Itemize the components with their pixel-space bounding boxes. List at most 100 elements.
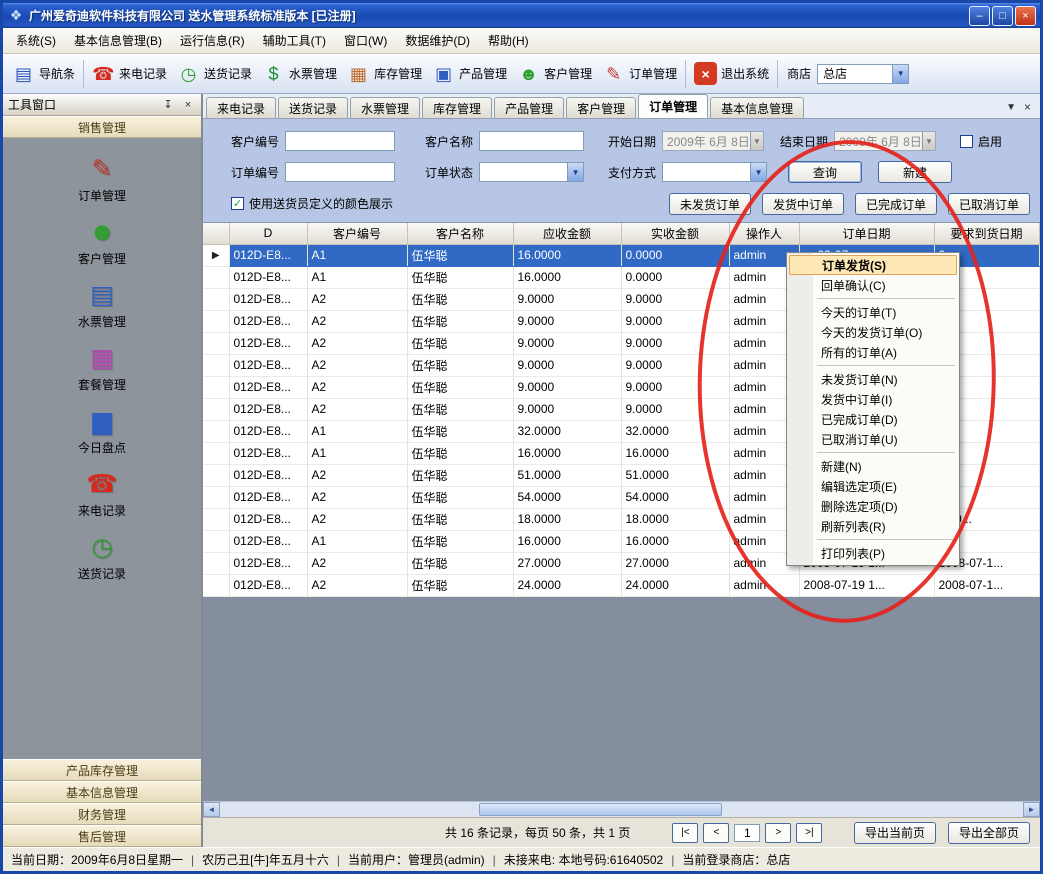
grid-column-header-1[interactable]: 客户编号 [307, 223, 407, 244]
maximize-button[interactable]: □ [992, 6, 1013, 26]
context-menu-item-13[interactable]: 编辑选定项(E) [789, 476, 957, 496]
context-menu-item-4[interactable]: 今天的发货订单(O) [789, 322, 957, 342]
tab-7[interactable]: 基本信息管理 [710, 97, 804, 118]
page-number-input[interactable] [734, 824, 760, 842]
context-menu-item-1[interactable]: 回单确认(C) [789, 275, 957, 295]
tab-3[interactable]: 库存管理 [422, 97, 492, 118]
row-selector-cell[interactable] [203, 332, 229, 354]
row-selector-cell[interactable] [203, 376, 229, 398]
context-menu-item-3[interactable]: 今天的订单(T) [789, 302, 957, 322]
row-selector-cell[interactable] [203, 398, 229, 420]
prev-page-button[interactable]: < [703, 823, 729, 843]
menubar-item-5[interactable]: 数据维护(D) [396, 28, 479, 53]
enable-checkbox[interactable] [960, 135, 973, 148]
chevron-down-icon[interactable]: ▼ [567, 163, 583, 181]
tab-close-icon[interactable]: × [1024, 100, 1031, 114]
menubar-item-6[interactable]: 帮助(H) [479, 28, 538, 53]
minimize-button[interactable]: – [969, 6, 990, 26]
menubar-item-1[interactable]: 基本信息管理(B) [65, 28, 171, 53]
context-menu-item-7[interactable]: 未发货订单(N) [789, 369, 957, 389]
toolbar-delivery-record-button[interactable]: ◷送货记录 [172, 59, 257, 88]
tab-0[interactable]: 来电记录 [206, 97, 276, 118]
close-icon[interactable]: × [180, 97, 196, 113]
color-display-checkbox[interactable]: ✓ [231, 197, 244, 210]
context-menu-item-9[interactable]: 已完成订单(D) [789, 409, 957, 429]
sidebar-section-1[interactable]: 基本信息管理 [3, 781, 201, 803]
customer-name-input[interactable] [479, 131, 584, 151]
context-menu-item-5[interactable]: 所有的订单(A) [789, 342, 957, 362]
context-menu-item-8[interactable]: 发货中订单(I) [789, 389, 957, 409]
toolbar-exit-system-button[interactable]: ×退出系统 [689, 59, 774, 88]
horizontal-scrollbar[interactable]: ◄ ► [203, 801, 1040, 817]
sidebar-item-water-ticket-manage[interactable]: ▤水票管理 [3, 280, 201, 330]
close-button[interactable]: × [1015, 6, 1036, 26]
chevron-down-icon[interactable]: ▼ [922, 132, 935, 150]
query-button[interactable]: 查询 [788, 161, 862, 183]
sidebar-section-sales[interactable]: 销售管理 [3, 116, 201, 138]
pin-icon[interactable]: ↧ [160, 97, 176, 113]
toolbar-call-record-button[interactable]: ☎来电记录 [87, 59, 172, 88]
row-selector-cell[interactable] [203, 530, 229, 552]
title-bar[interactable]: ❖ 广州爱奇迪软件科技有限公司 送水管理系统标准版本 [已注册] – □ × [3, 3, 1040, 28]
table-row[interactable]: 012D-E8...A2伍华聪24.000024.0000admin2008-0… [203, 574, 1039, 596]
new-button[interactable]: 新建 [878, 161, 952, 183]
row-selector-cell[interactable] [203, 508, 229, 530]
row-selector-cell[interactable]: ▶ [203, 244, 229, 266]
status-filter-button-3[interactable]: 已取消订单 [948, 193, 1030, 215]
customer-no-input[interactable] [285, 131, 395, 151]
order-status-select[interactable]: ▼ [479, 162, 584, 182]
sidebar-section-3[interactable]: 售后管理 [3, 825, 201, 847]
context-menu-item-14[interactable]: 删除选定项(D) [789, 496, 957, 516]
grid-column-header-2[interactable]: 客户名称 [407, 223, 513, 244]
sidebar-item-customer-manage[interactable]: ☻客户管理 [3, 217, 201, 267]
row-selector-cell[interactable] [203, 464, 229, 486]
toolbar-product-button[interactable]: ▣产品管理 [427, 59, 512, 88]
tab-6[interactable]: 订单管理 [638, 94, 708, 118]
toolbar-nav-bar-button[interactable]: ▤导航条 [7, 59, 80, 88]
first-page-button[interactable]: |< [672, 823, 698, 843]
export-current-page-button[interactable]: 导出当前页 [854, 822, 936, 844]
tab-1[interactable]: 送货记录 [278, 97, 348, 118]
context-menu-item-17[interactable]: 打印列表(P) [789, 543, 957, 563]
chevron-down-icon[interactable]: ▼ [750, 163, 766, 181]
grid-column-header-3[interactable]: 应收金额 [513, 223, 621, 244]
scrollbar-thumb[interactable] [479, 803, 722, 816]
sidebar-section-2[interactable]: 财务管理 [3, 803, 201, 825]
sidebar-section-0[interactable]: 产品库存管理 [3, 759, 201, 781]
grid-column-header-5[interactable]: 操作人 [729, 223, 799, 244]
sidebar-item-call-record[interactable]: ☎来电记录 [3, 469, 201, 519]
menubar-item-3[interactable]: 辅助工具(T) [254, 28, 335, 53]
row-selector-cell[interactable] [203, 354, 229, 376]
row-selector-cell[interactable] [203, 574, 229, 596]
context-menu-item-15[interactable]: 刷新列表(R) [789, 516, 957, 536]
menubar-item-4[interactable]: 窗口(W) [335, 28, 396, 53]
context-menu-item-0[interactable]: 订单发货(S) [789, 255, 957, 275]
grid-column-header-0[interactable]: D [229, 223, 307, 244]
grid-column-header-6[interactable]: 订单日期 [799, 223, 934, 244]
last-page-button[interactable]: >| [796, 823, 822, 843]
tab-2[interactable]: 水票管理 [350, 97, 420, 118]
tab-5[interactable]: 客户管理 [566, 97, 636, 118]
row-selector-cell[interactable] [203, 266, 229, 288]
order-no-input[interactable] [285, 162, 395, 182]
start-date-picker[interactable]: 2009年 6月 8日 ▼ [662, 131, 764, 151]
tab-menu-icon[interactable]: ▼ [1006, 102, 1016, 113]
grid-column-header-4[interactable]: 实收金额 [621, 223, 729, 244]
row-selector-cell[interactable] [203, 552, 229, 574]
toolbar-customer-button[interactable]: ☻客户管理 [512, 59, 597, 88]
toolbar-inventory-button[interactable]: ▦库存管理 [342, 59, 427, 88]
menubar-item-2[interactable]: 运行信息(R) [171, 28, 254, 53]
store-select[interactable]: 总店 ▼ [817, 64, 909, 84]
status-filter-button-2[interactable]: 已完成订单 [855, 193, 937, 215]
row-selector-cell[interactable] [203, 486, 229, 508]
status-filter-button-1[interactable]: 发货中订单 [762, 193, 844, 215]
row-selector-cell[interactable] [203, 442, 229, 464]
menubar-item-0[interactable]: 系统(S) [7, 28, 65, 53]
next-page-button[interactable]: > [765, 823, 791, 843]
pay-method-select[interactable]: ▼ [662, 162, 767, 182]
row-selector-cell[interactable] [203, 288, 229, 310]
chevron-down-icon[interactable]: ▼ [750, 132, 763, 150]
toolbar-water-ticket-button[interactable]: $水票管理 [257, 59, 342, 88]
chevron-down-icon[interactable]: ▼ [892, 65, 908, 83]
row-selector-cell[interactable] [203, 420, 229, 442]
